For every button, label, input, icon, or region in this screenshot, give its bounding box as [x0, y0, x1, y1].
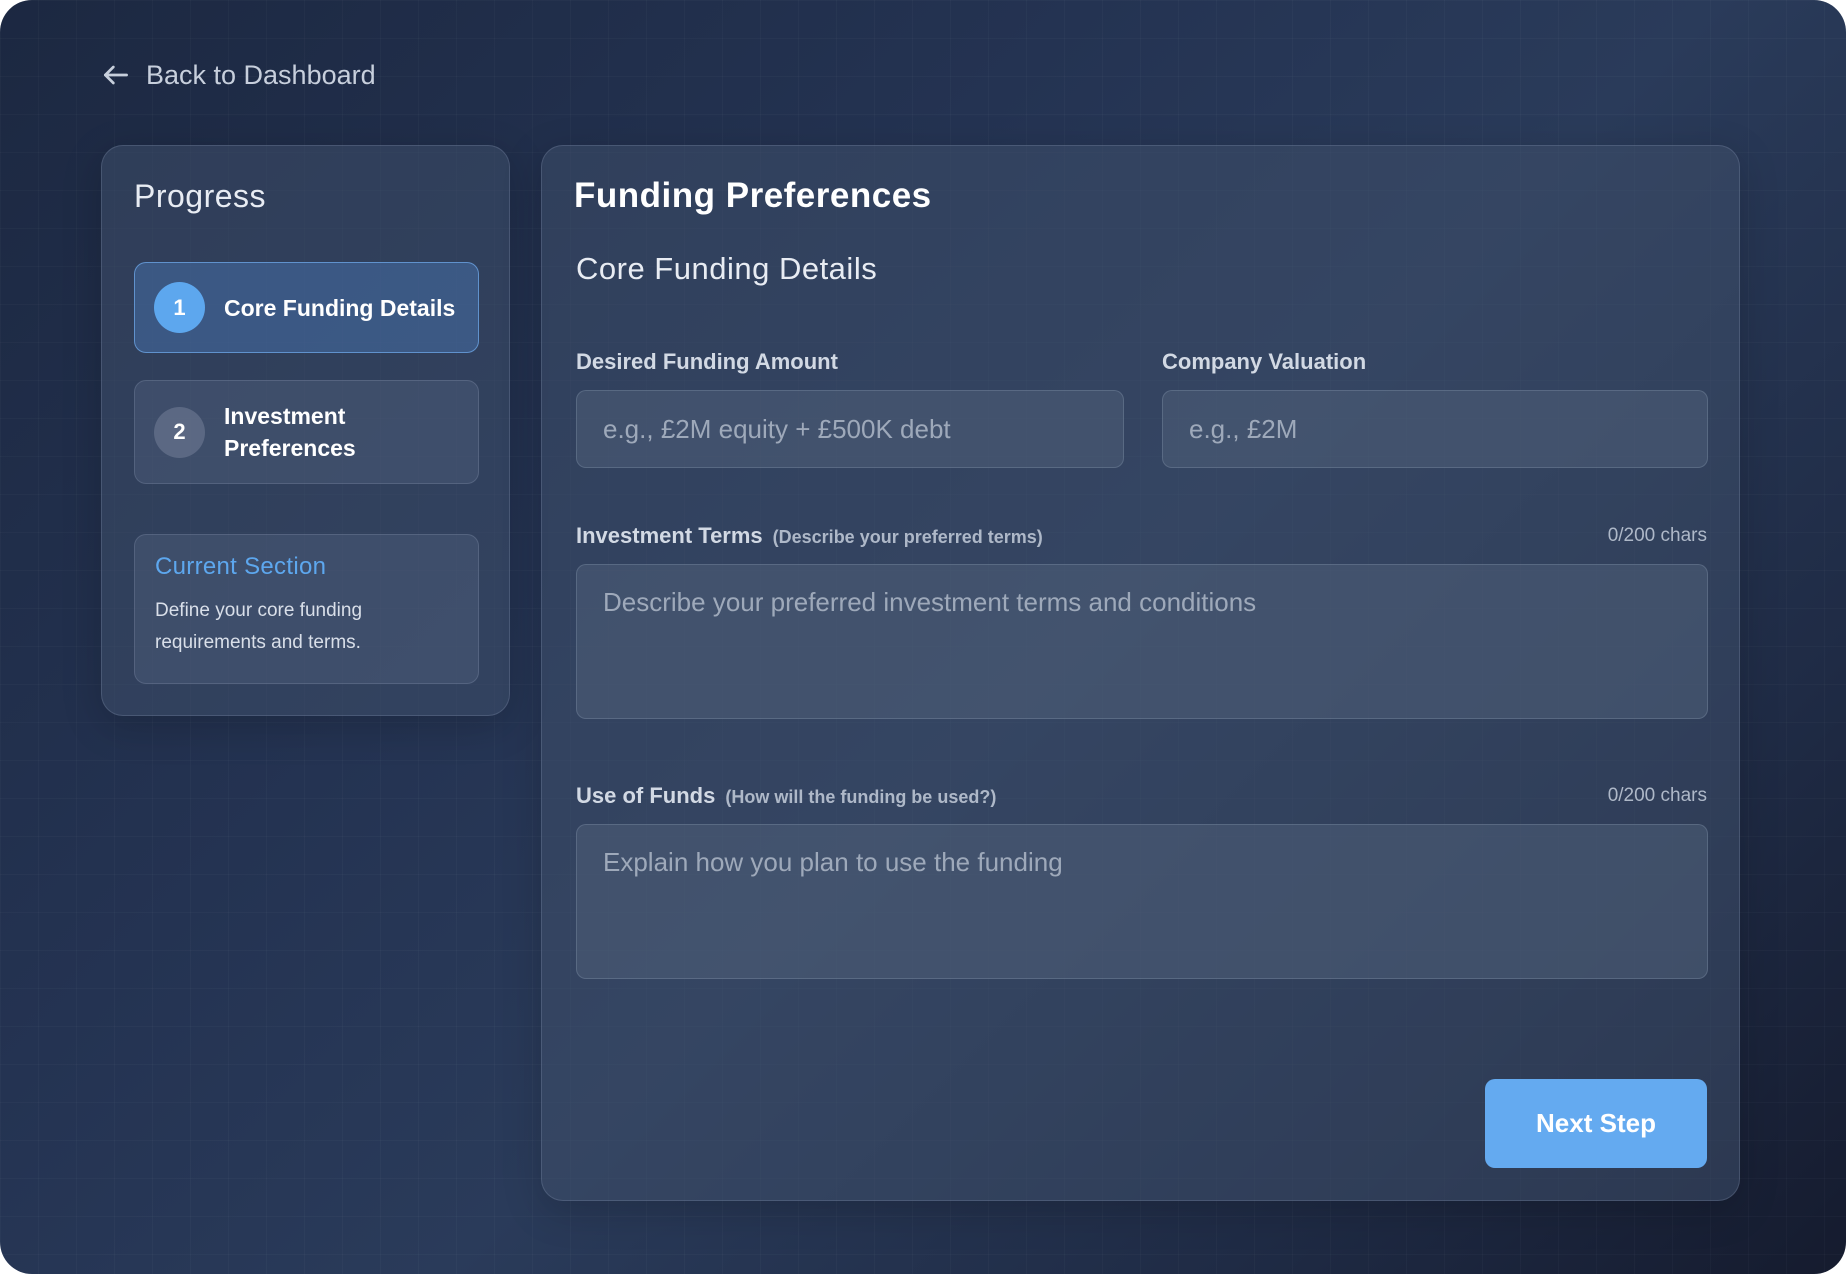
current-section-description: Define your core funding requirements an… — [155, 600, 363, 653]
step-investment-preferences[interactable]: 2 Investment Preferences — [134, 380, 479, 484]
step-number-badge: 1 — [154, 282, 205, 333]
company-valuation-label: Company Valuation — [1162, 349, 1367, 374]
page-title: Funding Preferences — [574, 176, 932, 215]
progress-panel: Progress 1 Core Funding Details 2 Invest… — [101, 145, 510, 716]
use-of-funds-char-counter: 0/200 chars — [1607, 785, 1707, 806]
progress-title: Progress — [134, 178, 267, 214]
step-label: Core Funding Details — [224, 294, 456, 321]
use-of-funds-label-text: Use of Funds — [576, 783, 716, 808]
step-number-badge: 2 — [154, 406, 205, 458]
funding-amount-label: Desired Funding Amount — [576, 349, 838, 374]
investment-terms-hint: (Describe your preferred terms) — [772, 527, 1043, 547]
step-label: Investment Preferences — [224, 403, 356, 461]
investment-terms-char-counter: 0/200 chars — [1607, 525, 1707, 546]
use-of-funds-textarea[interactable] — [576, 824, 1708, 979]
current-section-card: Current Section Define your core funding… — [134, 534, 479, 684]
next-step-button[interactable]: Next Step — [1485, 1079, 1707, 1168]
step-core-funding-details[interactable]: 1 Core Funding Details — [134, 262, 479, 353]
back-to-dashboard-link[interactable]: Back to Dashboard — [100, 56, 376, 94]
investment-terms-textarea[interactable] — [576, 564, 1708, 719]
app-frame: Back to Dashboard Progress 1 Core Fundin… — [0, 0, 1846, 1274]
company-valuation-input[interactable] — [1162, 390, 1708, 468]
investment-terms-label: Investment Terms (Describe your preferred… — [576, 523, 1043, 549]
use-of-funds-label: Use of Funds (How will the funding be use… — [576, 783, 996, 809]
current-section-title: Current Section — [155, 553, 327, 580]
arrow-left-icon — [104, 65, 128, 85]
use-of-funds-hint: (How will the funding be used?) — [725, 787, 997, 807]
funding-form-panel: Funding Preferences Core Funding Details… — [541, 145, 1740, 1201]
funding-amount-input[interactable] — [576, 390, 1124, 468]
section-title: Core Funding Details — [576, 251, 878, 286]
back-link-label: Back to Dashboard — [146, 59, 376, 90]
investment-terms-label-text: Investment Terms — [576, 523, 763, 548]
